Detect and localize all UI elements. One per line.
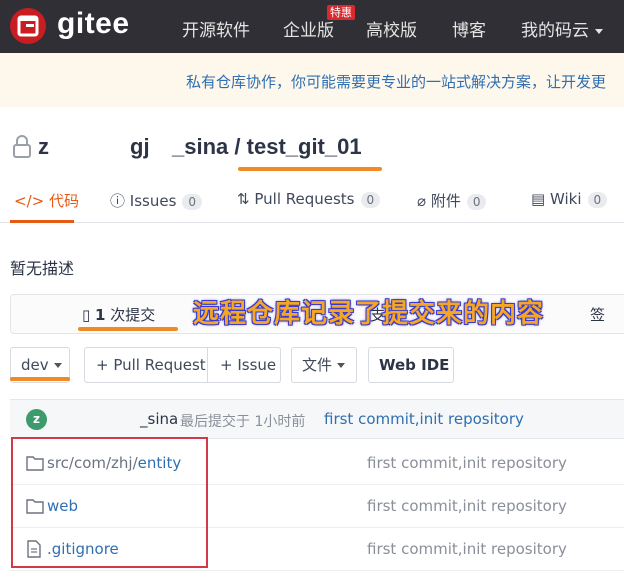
tab-wiki-count: 0 — [587, 192, 608, 208]
commit-author[interactable]: _sina — [140, 410, 178, 428]
annotation-underline-branch — [10, 377, 70, 381]
tab-active-indicator — [10, 220, 74, 223]
promo-badge: 特惠 — [327, 5, 355, 20]
tab-pull-requests-count: 0 — [360, 192, 381, 208]
info-circle-icon: ⓘ — [110, 192, 126, 210]
tab-pull-requests-label: Pull Requests — [254, 190, 355, 208]
annotation-callout: 远程仓库记录了提交来的内容 — [193, 299, 545, 329]
lock-icon — [13, 135, 31, 158]
nav-item-my-gitee[interactable]: 我的码云 — [521, 16, 603, 41]
banner-text[interactable]: 私有仓库协作，你可能需要更专业的一站式解决方案，让开发更 — [186, 71, 606, 92]
code-icon: </> — [14, 192, 45, 210]
top-navbar: gitee 开源软件 企业版 特惠 高校版 博客 我的码云 — [0, 0, 624, 53]
web-ide-button[interactable]: Web IDE — [368, 347, 454, 383]
repo-name[interactable]: test_git_01 — [247, 134, 362, 159]
pull-request-icon: ⇅ — [237, 190, 250, 208]
annotation-highlight-box — [11, 437, 208, 568]
tag-count-link[interactable]: 签 — [590, 304, 605, 325]
nav-item-open-source[interactable]: 开源软件 — [182, 16, 250, 41]
repo-owner-mid: gj — [130, 134, 150, 159]
logo-text[interactable]: gitee — [57, 7, 130, 41]
repo-tabs: </> 代码 ⓘ Issues 0 ⇅ Pull Requests 0 ⌀ 附件 0 … — [0, 181, 624, 223]
new-pull-request-button[interactable]: + Pull Request — [96, 356, 206, 374]
nav-item-my-gitee-label: 我的码云 — [521, 21, 589, 41]
file-menu-label: 文件 — [302, 356, 333, 374]
new-issue-button[interactable]: + Issue — [209, 347, 281, 383]
chevron-down-icon — [53, 363, 62, 368]
button-group-divider — [207, 348, 208, 382]
avatar[interactable]: z — [26, 409, 47, 430]
commit-icon: ▯ — [82, 306, 91, 324]
commit-meta: 最后提交于 1小时前 — [180, 414, 306, 430]
repo-owner-tail[interactable]: _sina — [172, 134, 228, 159]
tab-attachments-label: 附件 — [430, 192, 461, 210]
nav-item-enterprise[interactable]: 企业版 — [283, 16, 334, 41]
commit-count-label: 次提交 — [110, 306, 156, 324]
file-commit-message[interactable]: first commit,init repository — [367, 540, 567, 558]
nav-item-blog[interactable]: 博客 — [452, 16, 486, 41]
book-icon: ▤ — [531, 190, 546, 208]
repo-owner-first: z — [38, 134, 49, 159]
tab-wiki-label: Wiki — [549, 190, 582, 208]
annotation-underline-commit — [78, 327, 178, 331]
commit-count-value: 1 — [95, 306, 106, 324]
file-commit-message[interactable]: first commit,init repository — [367, 454, 567, 472]
tab-code-label: 代码 — [48, 192, 79, 210]
tab-issues-label: Issues — [129, 192, 177, 210]
file-commit-message[interactable]: first commit,init repository — [367, 497, 567, 515]
nav-item-education[interactable]: 高校版 — [366, 16, 417, 41]
last-commit-row — [10, 399, 624, 439]
tab-attachments[interactable]: ⌀ 附件 0 — [417, 190, 487, 211]
tab-wiki[interactable]: ▤ Wiki 0 — [531, 190, 608, 208]
tab-attachments-count: 0 — [466, 194, 487, 210]
repo-path[interactable]: _sina / test_git_01 — [172, 134, 362, 160]
tab-code[interactable]: </> 代码 — [14, 190, 79, 211]
gitee-logo-icon[interactable] — [10, 8, 46, 44]
tab-issues-count: 0 — [182, 194, 203, 210]
repo-description: 暂无描述 — [10, 259, 75, 278]
chevron-down-icon — [337, 363, 346, 368]
chevron-down-icon — [595, 28, 603, 34]
web-ide-label: Web IDE — [379, 356, 450, 374]
tab-issues[interactable]: ⓘ Issues 0 — [110, 190, 203, 211]
file-menu-button[interactable]: 文件 — [291, 347, 357, 383]
promo-banner: 私有仓库协作，你可能需要更专业的一站式解决方案，让开发更 — [0, 53, 624, 107]
commit-message[interactable]: first commit,init repository — [324, 410, 524, 428]
commit-count-link[interactable]: ▯ 1 次提交 — [82, 304, 155, 325]
annotation-underline-repo — [238, 167, 382, 171]
repo-separator: / — [234, 134, 241, 159]
new-issue-label: + Issue — [220, 356, 277, 374]
tab-pull-requests[interactable]: ⇅ Pull Requests 0 — [237, 190, 381, 208]
branch-select-label: dev — [21, 356, 49, 374]
paperclip-icon: ⌀ — [417, 192, 427, 210]
